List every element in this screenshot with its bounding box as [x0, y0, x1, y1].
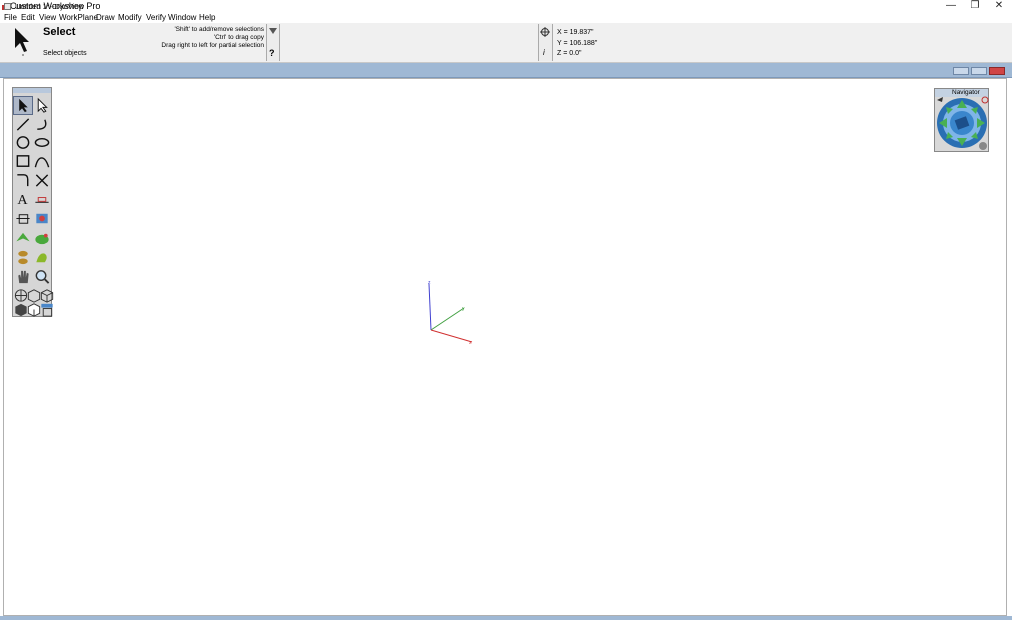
doc-restore-button[interactable]	[971, 67, 987, 75]
axes-triad: z y x	[428, 280, 473, 346]
svg-text:A: A	[17, 192, 28, 207]
palette-grip[interactable]	[13, 88, 51, 93]
dropdown-triangle-icon[interactable]	[269, 27, 277, 35]
sweep-icon[interactable]	[33, 230, 51, 247]
pan-hand-icon[interactable]	[14, 268, 32, 285]
hint-shift: 'Shift' to add/remove selections	[174, 26, 264, 33]
y-axis-label: y	[462, 306, 465, 312]
arc-icon[interactable]	[33, 116, 51, 133]
circle-icon[interactable]	[14, 134, 32, 151]
menu-verify[interactable]: Verify	[146, 12, 166, 23]
crosshair-icon[interactable]	[540, 27, 550, 37]
blend-icon[interactable]	[33, 249, 51, 266]
mode-subtitle: Select objects	[43, 50, 87, 57]
select-arrow-icon[interactable]	[13, 96, 33, 115]
menu-file[interactable]: File	[4, 12, 17, 23]
help-icon[interactable]: ?	[269, 48, 275, 58]
menu-bar: File Edit View WorkPlane Draw Modify Ver…	[0, 12, 1012, 23]
y-axis	[430, 307, 465, 331]
fillet-icon[interactable]	[14, 172, 32, 189]
menu-modify[interactable]: Modify	[118, 12, 142, 23]
coord-y: Y = 106.188"	[557, 40, 598, 47]
doc-close-button[interactable]	[989, 67, 1005, 75]
close-button[interactable]: ✕	[987, 0, 1011, 12]
extrude-icon[interactable]	[14, 230, 32, 247]
wire-view-icon[interactable]	[25, 301, 41, 317]
dimension-icon[interactable]	[33, 190, 51, 207]
curve-icon[interactable]	[33, 153, 51, 170]
mirror-icon[interactable]	[33, 210, 51, 227]
coord-x: X = 19.837"	[557, 29, 594, 36]
zoom-icon[interactable]	[33, 268, 51, 285]
hint-ctrl: 'Ctrl' to drag copy	[213, 34, 264, 41]
select-cursor-icon	[12, 26, 30, 56]
hidden-view-icon[interactable]	[38, 301, 53, 317]
nav-reset-icon	[981, 96, 989, 104]
revolve-icon[interactable]	[14, 249, 32, 266]
coord-z: Z = 0.0"	[557, 50, 582, 57]
menu-window[interactable]: Window	[168, 12, 196, 23]
select-partial-arrow-icon[interactable]	[33, 97, 51, 114]
minimize-button[interactable]: —	[939, 0, 963, 12]
z-axis-label: z	[428, 280, 431, 286]
text-icon[interactable]: A	[14, 190, 32, 207]
restore-button[interactable]: ❐	[963, 0, 987, 12]
menu-edit[interactable]: Edit	[21, 12, 35, 23]
info-icon[interactable]: i	[543, 48, 545, 57]
menu-view[interactable]: View	[39, 12, 56, 23]
nav-zoom-icon	[979, 142, 987, 150]
front-view-icon[interactable]	[25, 287, 41, 303]
menu-help[interactable]: Help	[199, 12, 215, 23]
navigator-compass-icon[interactable]	[935, 96, 993, 152]
line-icon[interactable]	[14, 116, 32, 133]
x-axis	[430, 329, 473, 343]
title-bar	[0, 0, 1012, 12]
ellipse-icon[interactable]	[33, 134, 51, 151]
rectangle-icon[interactable]	[14, 153, 32, 170]
iso-view-icon[interactable]	[12, 287, 28, 302]
hint-toggle-panel: ?	[266, 24, 280, 61]
document-title-bar	[0, 63, 1012, 78]
x-axis-label: x	[469, 340, 472, 346]
side-view-icon[interactable]	[38, 287, 54, 303]
z-axis	[428, 283, 432, 331]
document-title: Untitled 1*--DynView	[15, 2, 85, 11]
hint-drag: Drag right to left for partial selection	[161, 42, 264, 49]
nav-pin-icon	[937, 97, 943, 102]
menu-draw[interactable]: Draw	[96, 12, 115, 23]
mode-title: Select	[43, 26, 76, 38]
coord-toggle-panel: i	[538, 24, 553, 61]
hints: 'Shift' to add/remove selections 'Ctrl' …	[150, 26, 264, 50]
trim-icon[interactable]	[33, 172, 51, 189]
drawing-canvas[interactable]	[3, 78, 1007, 616]
doc-minimize-button[interactable]	[953, 67, 969, 75]
window-bottom-border	[0, 616, 1012, 620]
navigator-title: Navigator	[952, 89, 980, 96]
transform-icon[interactable]	[14, 210, 32, 227]
shaded-view-icon[interactable]	[12, 301, 27, 317]
document-icon	[4, 3, 11, 10]
menu-workplane[interactable]: WorkPlane	[59, 12, 98, 23]
